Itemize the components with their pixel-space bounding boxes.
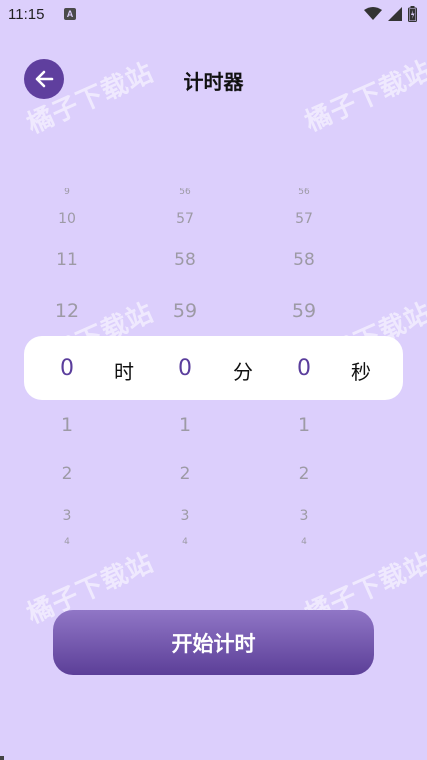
wheel-item: 9	[64, 188, 70, 196]
status-icons	[364, 6, 417, 22]
signal-icon	[388, 7, 402, 21]
status-bar: 11:15 A	[0, 0, 427, 30]
wheel-item: 4	[301, 537, 307, 544]
seconds-unit: 秒	[351, 360, 371, 384]
wheel-item: 1	[60, 414, 74, 436]
start-timer-button[interactable]: 开始计时	[53, 610, 374, 675]
hours-value: 0	[60, 356, 74, 381]
corner-mark	[0, 756, 4, 760]
wheel-item: 59	[291, 300, 317, 322]
wheel-item: 4	[64, 537, 70, 544]
notification-icon: A	[64, 8, 76, 20]
wheel-item: 59	[172, 300, 198, 322]
wheel-item: 2	[61, 464, 73, 484]
wheel-item: 56	[179, 188, 191, 196]
wifi-icon	[364, 7, 382, 20]
wheel-item: 4	[182, 537, 188, 544]
minutes-unit: 分	[233, 360, 253, 384]
wheel-item: 57	[295, 211, 313, 227]
wheel-item: 2	[179, 464, 191, 484]
wheel-item: 2	[298, 464, 310, 484]
hours-unit: 时	[114, 360, 134, 384]
wheel-item: 3	[62, 508, 72, 524]
minutes-value: 0	[178, 356, 192, 381]
wheel-item: 3	[180, 508, 190, 524]
wheel-item: 58	[174, 250, 196, 270]
wheel-item: 3	[299, 508, 309, 524]
wheel-item: 10	[58, 211, 76, 227]
battery-icon	[408, 6, 417, 22]
wheel-item: 1	[178, 414, 192, 436]
wheel-item: 12	[54, 300, 80, 322]
wheel-item: 57	[176, 211, 194, 227]
wheel-item: 1	[297, 414, 311, 436]
wheel-item: 58	[293, 250, 315, 270]
status-time: 11:15	[8, 6, 45, 23]
wheel-item: 11	[56, 250, 78, 270]
wheel-item: 56	[298, 188, 310, 196]
seconds-value: 0	[297, 356, 311, 381]
